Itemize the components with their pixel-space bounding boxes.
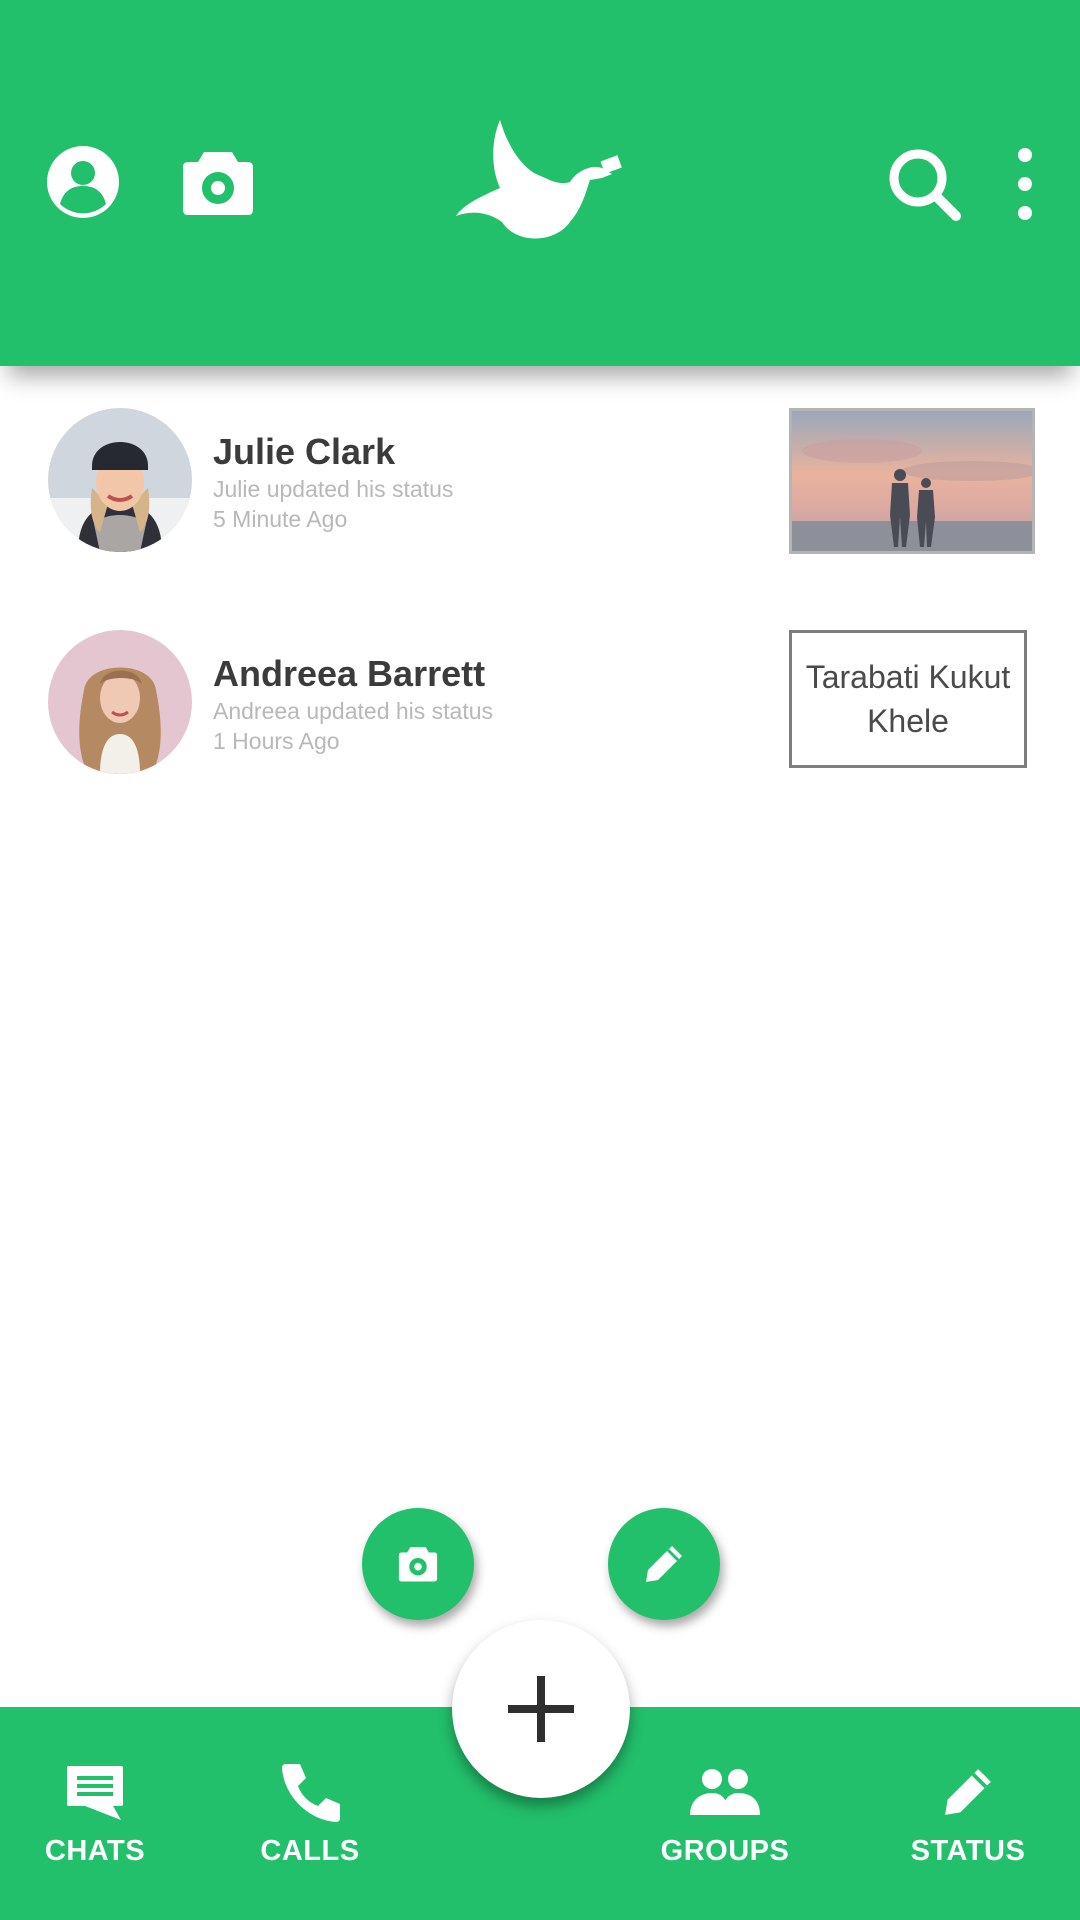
status-image-preview[interactable] [789,408,1035,554]
status-item[interactable]: Andreea Barrett Andreea updated his stat… [0,630,1080,776]
status-message: Julie updated his status [213,476,454,502]
status-text-preview[interactable]: Tarabati Kukut Khele [789,630,1027,768]
avatar[interactable] [48,408,192,552]
pencil-icon [940,1759,996,1825]
pencil-icon [646,1546,682,1582]
profile-icon[interactable] [47,146,119,218]
status-time: 1 Hours Ago [213,728,340,754]
nav-label: CHATS [44,1835,146,1867]
add-status-button[interactable] [452,1620,630,1798]
nav-label: CALLS [260,1835,360,1867]
nav-label: GROUPS [660,1835,790,1867]
camera-icon [398,1547,438,1582]
status-screen: Julie Clark Julie updated his status 5 M… [0,0,1080,1920]
camera-icon[interactable] [182,150,254,216]
app-header [0,0,1080,366]
nav-tab-chats[interactable]: CHATS [30,1707,160,1920]
plus-icon [508,1676,574,1742]
contact-name: Julie Clark [213,431,396,472]
status-item[interactable]: Julie Clark Julie updated his status 5 M… [0,408,1080,554]
fab-camera-button[interactable] [362,1508,474,1620]
contact-name: Andreea Barrett [213,653,486,694]
nav-label: STATUS [910,1835,1026,1867]
more-vertical-icon[interactable] [1010,146,1040,222]
phone-icon [278,1759,342,1825]
status-time: 5 Minute Ago [213,506,348,532]
status-message: Andreea updated his status [213,698,494,724]
nav-tab-status[interactable]: STATUS [898,1707,1038,1920]
search-icon[interactable] [886,146,962,222]
status-info: Andreea Barrett Andreea updated his stat… [213,652,493,756]
avatar[interactable] [48,630,192,774]
dove-logo [452,118,622,246]
groups-icon [688,1759,762,1825]
status-info: Julie Clark Julie updated his status 5 M… [213,430,453,534]
chat-icon [65,1759,125,1825]
nav-tab-calls[interactable]: CALLS [245,1707,375,1920]
fab-pencil-button[interactable] [608,1508,720,1620]
nav-tab-groups[interactable]: GROUPS [650,1707,800,1920]
